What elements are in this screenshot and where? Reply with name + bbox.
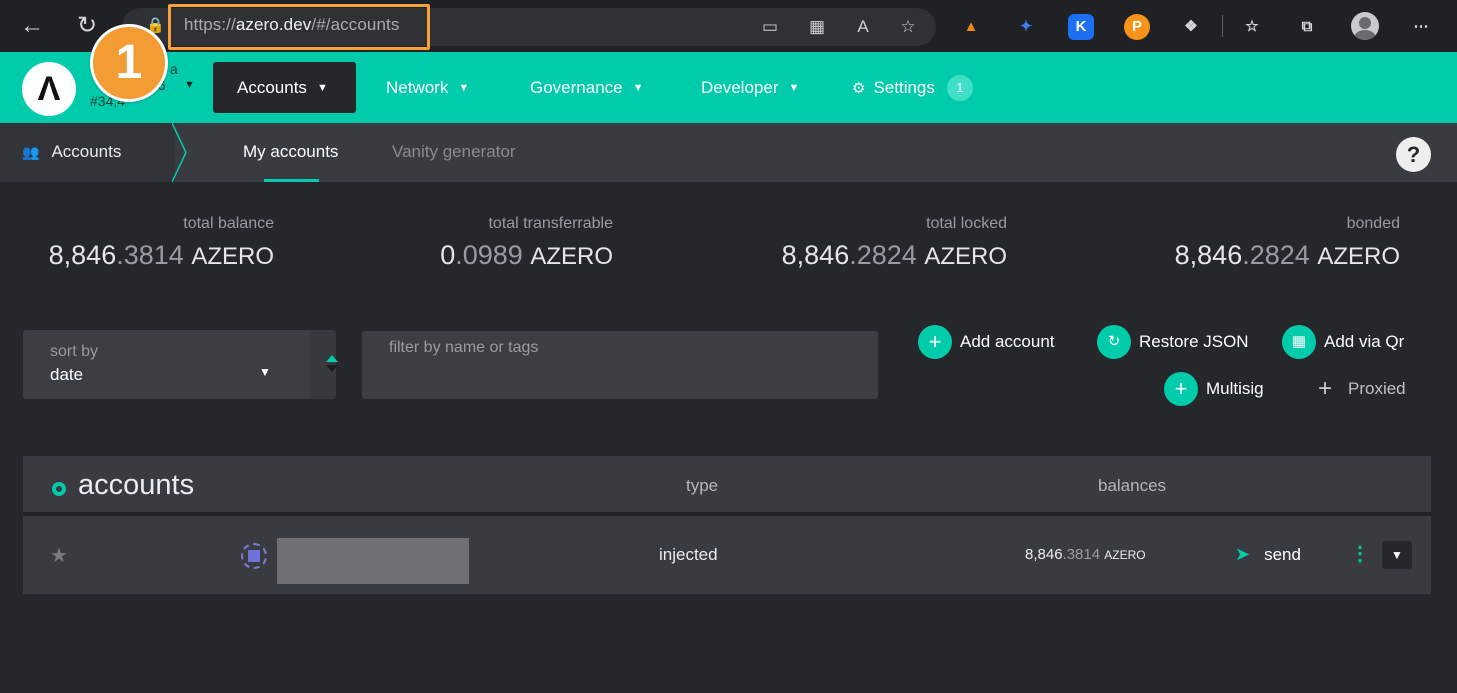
restore-json-button[interactable]: ↻ Restore JSON xyxy=(1097,325,1249,359)
paper-plane-icon: ➤ xyxy=(1235,544,1251,564)
sort-dropdown[interactable]: sort by date ▼ xyxy=(23,330,338,399)
chevron-down-icon: ▼ xyxy=(788,82,800,94)
star-icon[interactable]: ★ xyxy=(50,543,68,568)
tab-vanity-generator[interactable]: Vanity generator xyxy=(392,142,515,162)
qrcode-icon: ▦ xyxy=(1282,325,1316,359)
summary-bonded: bonded 8,846.2824 AZERO xyxy=(1174,215,1400,270)
url-highlight-box xyxy=(168,4,430,50)
menu-accounts[interactable]: Accounts ▼ xyxy=(213,62,356,113)
summary-total-locked: total locked 8,846.2824 AZERO xyxy=(781,215,1007,270)
step-callout-badge: 1 xyxy=(90,24,168,102)
settings-badge: 1 xyxy=(946,75,973,101)
add-account-button[interactable]: + Add account xyxy=(918,325,1055,359)
table-row[interactable]: ★ injected 8,846.3814 AZERO ➤ send ⋮ ▼ xyxy=(23,516,1431,594)
more-icon[interactable]: ⋯ xyxy=(1408,14,1434,40)
sync-icon: ↻ xyxy=(1097,325,1131,359)
browser-toolbar: ← ↻ 🔒 https://azero.dev/#/accounts ▭ ▦ A… xyxy=(0,0,1457,52)
chevron-down-icon: ▼ xyxy=(632,82,644,94)
accounts-table-header: accounts type balances xyxy=(23,456,1431,512)
account-name-redacted xyxy=(277,538,469,584)
account-balance: 8,846.3814 AZERO xyxy=(1025,546,1146,563)
menu-developer[interactable]: Developer ▼ xyxy=(701,62,799,113)
back-icon[interactable]: ← xyxy=(16,10,48,42)
gears-icon: ⚙ xyxy=(852,80,866,97)
summary-total-transferrable: total transferrable 0.0989 AZERO xyxy=(440,215,613,270)
add-via-qr-button[interactable]: ▦ Add via Qr xyxy=(1282,325,1404,359)
k-extension-icon[interactable]: K xyxy=(1068,14,1094,40)
identicon-icon[interactable] xyxy=(241,543,267,569)
plus-icon: + xyxy=(918,325,952,359)
tab-my-accounts[interactable]: My accounts xyxy=(243,142,338,162)
extensions-icon[interactable]: ❖ xyxy=(1178,14,1204,40)
active-tab-indicator xyxy=(264,179,319,182)
chevron-down-icon[interactable]: ▼ xyxy=(184,79,195,91)
menu-network[interactable]: Network ▼ xyxy=(386,62,469,113)
sub-nav: 👥 Accounts My accounts Vanity generator ? xyxy=(0,123,1457,182)
expand-row-button[interactable]: ▼ xyxy=(1382,541,1412,569)
more-vertical-icon[interactable]: ⋮ xyxy=(1350,543,1370,565)
summary-total-balance: total balance 8,846.3814 AZERO xyxy=(48,215,274,270)
plus-icon: + xyxy=(1317,375,1332,402)
users-icon: 👥 xyxy=(22,144,40,160)
metamask-icon[interactable]: ▲ xyxy=(958,14,984,40)
favorites-icon[interactable]: ☆ xyxy=(1239,14,1265,40)
circle-icon xyxy=(52,482,66,496)
multisig-button[interactable]: + Multisig xyxy=(1164,372,1264,406)
toolbar-divider xyxy=(1222,15,1223,37)
read-aloud-icon[interactable]: A xyxy=(851,15,875,39)
collections-icon[interactable]: ⧉ xyxy=(1294,14,1320,40)
apps-icon[interactable]: ▦ xyxy=(805,15,829,39)
filter-input[interactable]: filter by name or tags xyxy=(362,331,878,399)
proxied-button[interactable]: + Proxied xyxy=(1312,372,1406,406)
chevron-down-icon: ▼ xyxy=(458,82,470,94)
device-icon[interactable]: ▭ xyxy=(758,15,782,39)
aleph-zero-logo[interactable]: Λ xyxy=(22,62,76,116)
send-button[interactable]: ➤ send xyxy=(1235,544,1301,565)
satellite-icon[interactable]: ✦ xyxy=(1013,14,1039,40)
sort-direction-toggle[interactable] xyxy=(326,355,340,375)
chevron-down-icon[interactable]: ▼ xyxy=(259,365,271,379)
section-title: 👥 Accounts xyxy=(22,142,122,161)
app-header: Λ a 46 #34,4 ▼ Accounts▼ Network▼ Govern… xyxy=(0,52,1457,123)
breadcrumb-divider xyxy=(172,123,187,182)
help-button[interactable]: ? xyxy=(1396,137,1431,172)
add-favorite-icon[interactable]: ☆ xyxy=(896,15,920,39)
chevron-down-icon: ▼ xyxy=(316,82,328,94)
menu-settings[interactable]: ⚙ Settings 1 xyxy=(852,62,973,113)
menu-governance[interactable]: Governance ▼ xyxy=(530,62,644,113)
plus-icon: + xyxy=(1164,372,1198,406)
p-extension-icon[interactable]: P xyxy=(1124,14,1150,40)
profile-avatar[interactable] xyxy=(1351,12,1379,40)
